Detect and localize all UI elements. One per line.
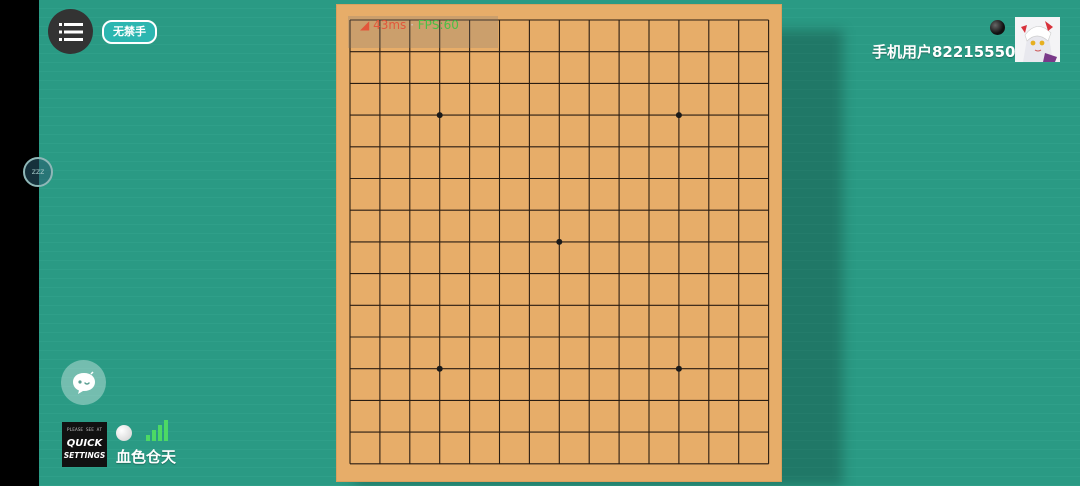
rule-badge: 无禁手 [102, 20, 157, 44]
avatar-text-settings: SETTINGS [64, 451, 106, 460]
opponent-name: 手机用户82215550 [872, 43, 1016, 61]
star-point [675, 365, 682, 372]
performance-overlay: ◢ 43ms · FPS:60 [348, 16, 498, 48]
anime-avatar-icon [1015, 17, 1060, 62]
sleep-icon[interactable]: zzz [23, 157, 53, 187]
white-stone-icon [116, 425, 132, 441]
signal-strength-icon [146, 420, 170, 441]
ping-value: 43ms [373, 18, 407, 32]
avatar-text-quick: QUICK [67, 438, 104, 449]
black-stone-icon [990, 20, 1005, 35]
star-point [436, 365, 443, 372]
player-name: 血色仓天 [116, 448, 177, 466]
board-grid[interactable] [336, 4, 782, 482]
menu-button[interactable] [48, 9, 93, 54]
hamburger-icon [58, 22, 83, 41]
star-point [556, 238, 563, 245]
left-system-bar [0, 0, 39, 486]
avatar-text-top: PLEASE SEE AT [67, 427, 103, 433]
chat-bubble-icon [72, 370, 95, 394]
chat-button[interactable] [61, 360, 106, 405]
fps-value: FPS:60 [417, 18, 459, 32]
player-avatar[interactable]: PLEASE SEE AT QUICK SETTINGS [62, 422, 107, 467]
opponent-avatar[interactable] [1015, 17, 1060, 62]
star-point [675, 112, 682, 119]
gomoku-board[interactable] [336, 4, 782, 482]
star-point [436, 112, 443, 119]
quick-settings-avatar-icon: PLEASE SEE AT QUICK SETTINGS [62, 422, 107, 467]
ping-icon: ◢ [360, 18, 370, 32]
